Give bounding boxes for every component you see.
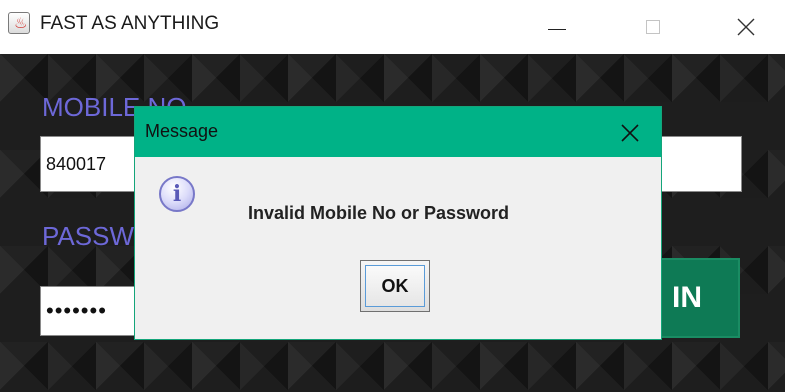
dialog-close-button[interactable]: [610, 113, 650, 153]
dialog-message: Invalid Mobile No or Password: [248, 203, 510, 223]
message-dialog: Message i Invalid Mobile No or Password …: [134, 106, 662, 340]
window-titlebar: ♨ FAST AS ANYTHING: [0, 0, 785, 54]
password-input[interactable]: •••••••: [40, 286, 140, 336]
minimize-button[interactable]: [534, 4, 580, 50]
close-icon: [621, 124, 639, 142]
dialog-titlebar: Message: [135, 107, 661, 157]
window-title: FAST AS ANYTHING: [40, 13, 220, 34]
maximize-button[interactable]: [630, 4, 676, 50]
minimize-icon: [548, 28, 566, 30]
dialog-title: Message: [145, 121, 219, 141]
ok-button-label: OK: [365, 265, 425, 307]
java-cup-icon: ♨: [8, 12, 30, 34]
close-button[interactable]: [723, 4, 769, 50]
close-icon: [737, 18, 755, 36]
ok-button[interactable]: OK: [360, 260, 430, 312]
maximize-icon: [646, 20, 660, 34]
info-icon: i: [159, 176, 195, 212]
